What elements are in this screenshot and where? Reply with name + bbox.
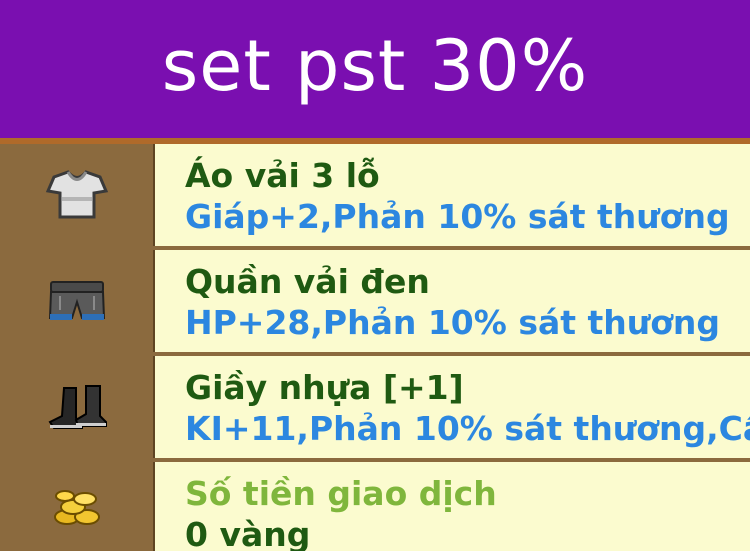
- item-name: Áo vải 3 lỗ: [185, 156, 380, 195]
- page-title: set pst 30%: [161, 25, 589, 107]
- list-item-shirt[interactable]: Áo vải 3 lỗ Giáp+2,Phản 10% sát thương: [0, 144, 750, 246]
- list-item-boots[interactable]: Giầy nhựa [+1] KI+11,Phản 10% sát thương…: [0, 356, 750, 458]
- item-stats: HP+28,Phản 10% sát thương: [185, 303, 721, 342]
- icon-cell: [0, 462, 155, 551]
- list-item-gold[interactable]: Số tiền giao dịch 0 vàng: [0, 462, 750, 551]
- item-info: Áo vải 3 lỗ Giáp+2,Phản 10% sát thương: [155, 144, 750, 246]
- icon-cell: [0, 356, 155, 458]
- title-banner: set pst 30%: [0, 0, 750, 138]
- list-item-shorts[interactable]: Quần vải đen HP+28,Phản 10% sát thương: [0, 250, 750, 352]
- item-stats: Giáp+2,Phản 10% sát thương: [185, 197, 730, 236]
- shirt-icon: [45, 170, 108, 219]
- icon-cell: [0, 250, 155, 352]
- trade-gold-label: Số tiền giao dịch: [185, 474, 497, 513]
- item-list: Áo vải 3 lỗ Giáp+2,Phản 10% sát thương Q…: [0, 144, 750, 551]
- shorts-icon: [48, 281, 105, 320]
- item-name: Giầy nhựa [+1]: [185, 368, 464, 407]
- item-info: Giầy nhựa [+1] KI+11,Phản 10% sát thương…: [155, 356, 750, 458]
- icon-cell: [0, 144, 155, 246]
- trade-gold-amount: 0 vàng: [185, 515, 311, 551]
- item-name: Quần vải đen: [185, 262, 430, 301]
- item-info: Số tiền giao dịch 0 vàng: [155, 462, 750, 551]
- item-stats: KI+11,Phản 10% sát thương,Cấp: [185, 409, 750, 448]
- item-info: Quần vải đen HP+28,Phản 10% sát thương: [155, 250, 750, 352]
- boots-icon: [48, 385, 107, 429]
- gold-coins-icon: [53, 489, 100, 525]
